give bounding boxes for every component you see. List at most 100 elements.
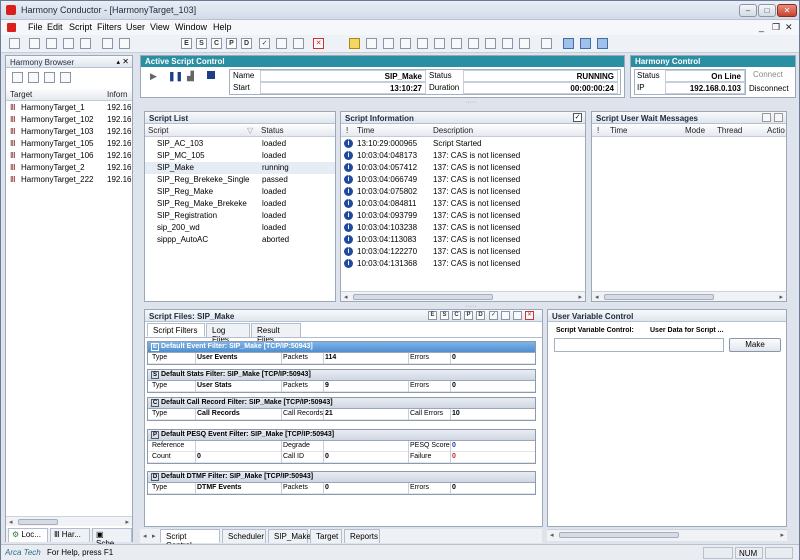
tab-result-files[interactable]: Result Files bbox=[251, 323, 301, 344]
menu-filters[interactable]: Filters bbox=[97, 22, 122, 32]
tool-icon[interactable] bbox=[12, 72, 23, 83]
tab-left-icon[interactable]: ◂ bbox=[143, 532, 147, 540]
tool-icon[interactable] bbox=[541, 38, 552, 49]
filter-icon[interactable]: ▽ bbox=[247, 126, 253, 135]
filter-c-button[interactable]: C bbox=[452, 311, 461, 320]
menu-edit[interactable]: Edit bbox=[47, 22, 63, 32]
save-all-icon[interactable] bbox=[119, 38, 130, 49]
info-hscroll[interactable]: ◂ ▸ bbox=[341, 291, 585, 301]
menu-script[interactable]: Script bbox=[69, 22, 92, 32]
col-flag[interactable]: ! bbox=[346, 126, 348, 135]
script-row[interactable]: SIP_Make running bbox=[145, 162, 335, 174]
scroll-thumb[interactable] bbox=[559, 532, 679, 538]
filter-header[interactable]: S Default Stats Filter: SIP_Make [TCP/IP:… bbox=[148, 370, 535, 381]
open-icon[interactable] bbox=[29, 38, 40, 49]
close-button[interactable]: ✕ bbox=[777, 4, 797, 17]
layout-icon[interactable] bbox=[597, 38, 608, 49]
cut-icon[interactable] bbox=[400, 38, 411, 49]
folder-icon[interactable] bbox=[349, 38, 360, 49]
autoscroll-checkbox[interactable]: ✓ bbox=[573, 113, 582, 122]
menu-window[interactable]: Window bbox=[175, 22, 207, 32]
tab-log-files[interactable]: Log Files bbox=[206, 323, 250, 344]
stop-icon[interactable] bbox=[207, 71, 215, 79]
tool-icon[interactable] bbox=[63, 38, 74, 49]
disconnect-button[interactable]: Disconnect bbox=[749, 84, 789, 93]
info-row[interactable]: i 10:03:04:057412 137: CAS is not licensed bbox=[341, 162, 585, 174]
scroll-left-icon[interactable]: ◂ bbox=[344, 293, 348, 301]
tool-icon[interactable] bbox=[28, 72, 39, 83]
filter-d-button[interactable]: D bbox=[241, 38, 252, 49]
filter-s-button[interactable]: S bbox=[196, 38, 207, 49]
check-icon[interactable]: ✓ bbox=[489, 311, 498, 320]
col-flag[interactable]: ! bbox=[597, 126, 599, 135]
splitter-grip[interactable]: ····· bbox=[465, 99, 477, 106]
filter-p-button[interactable]: P bbox=[226, 38, 237, 49]
mdi-minimize-icon[interactable]: _ bbox=[759, 22, 764, 32]
info-row[interactable]: i 10:03:04:113083 137: CAS is not licensed bbox=[341, 234, 585, 246]
step-icon[interactable]: ▟ bbox=[187, 71, 194, 82]
script-row[interactable]: SIP_Reg_Make_Brekeke loaded bbox=[145, 198, 335, 210]
browser-hscroll[interactable]: ◂ ▸ bbox=[6, 516, 132, 526]
pin-icon[interactable]: ▴ bbox=[116, 58, 120, 66]
browser-row[interactable]: Ⅲ HarmonyTarget_102 192.16 bbox=[6, 114, 132, 126]
col-status[interactable]: Status bbox=[261, 126, 284, 135]
filter-header[interactable]: P Default PESQ Event Filter: SIP_Make [TC… bbox=[148, 430, 535, 441]
script-row[interactable]: SIP_AC_103 loaded bbox=[145, 138, 335, 150]
info-row[interactable]: i 10:03:04:066749 137: CAS is not licensed bbox=[341, 174, 585, 186]
tab-scheduler[interactable]: Scheduler bbox=[222, 529, 266, 543]
scroll-thumb[interactable] bbox=[18, 519, 58, 525]
browser-row[interactable]: Ⅲ HarmonyTarget_222 192.16 bbox=[6, 174, 132, 186]
play-icon[interactable]: ▶ bbox=[150, 71, 157, 82]
script-row[interactable]: SIP_MC_105 loaded bbox=[145, 150, 335, 162]
col-time[interactable]: Time bbox=[610, 126, 627, 135]
user-data-input[interactable] bbox=[554, 338, 724, 352]
layout-icon[interactable] bbox=[563, 38, 574, 49]
tool-icon[interactable] bbox=[276, 38, 287, 49]
pause-icon[interactable]: ❚❚ bbox=[168, 71, 183, 82]
browser-row[interactable]: Ⅲ HarmonyTarget_1 192.16 bbox=[6, 102, 132, 114]
filter-d-button[interactable]: D bbox=[476, 311, 485, 320]
scroll-thumb[interactable] bbox=[353, 294, 493, 300]
info-row[interactable]: i 10:03:04:093799 137: CAS is not licensed bbox=[341, 210, 585, 222]
tab-right-icon[interactable]: ▸ bbox=[152, 532, 156, 540]
tab-script-filters[interactable]: Script Filters bbox=[147, 323, 205, 337]
scroll-right-icon[interactable]: ▸ bbox=[578, 293, 582, 301]
tool-icon[interactable] bbox=[468, 38, 479, 49]
check-icon[interactable]: ✓ bbox=[259, 38, 270, 49]
tab-target[interactable]: Target bbox=[310, 529, 342, 543]
info-row[interactable]: i 10:03:04:075802 137: CAS is not licensed bbox=[341, 186, 585, 198]
clear-icon[interactable] bbox=[774, 113, 783, 122]
save-icon[interactable] bbox=[102, 38, 113, 49]
make-button[interactable]: Make bbox=[729, 338, 781, 352]
tool-icon[interactable] bbox=[513, 311, 522, 320]
maximize-button[interactable]: □ bbox=[758, 4, 776, 17]
scroll-left-icon[interactable]: ◂ bbox=[595, 293, 599, 301]
script-row[interactable]: sippp_AutoAC aborted bbox=[145, 234, 335, 246]
scroll-left-icon[interactable]: ◂ bbox=[550, 531, 554, 539]
scroll-right-icon[interactable]: ▸ bbox=[125, 518, 129, 526]
browser-row[interactable]: Ⅲ HarmonyTarget_105 192.16 bbox=[6, 138, 132, 150]
filter-header[interactable]: D Default DTMF Filter: SIP_Make [TCP/IP:5… bbox=[148, 472, 535, 483]
col-mode[interactable]: Mode bbox=[685, 126, 705, 135]
tab-script-control[interactable]: Script Control bbox=[160, 529, 220, 550]
filter-p-button[interactable]: P bbox=[464, 311, 473, 320]
col-time[interactable]: Time bbox=[357, 126, 374, 135]
copy-icon[interactable] bbox=[762, 113, 771, 122]
tool-icon[interactable] bbox=[46, 38, 57, 49]
info-row[interactable]: i 10:03:04:122270 137: CAS is not licensed bbox=[341, 246, 585, 258]
tab-local[interactable]: ⚙ Loc... bbox=[8, 528, 48, 542]
menu-user[interactable]: User bbox=[126, 22, 145, 32]
scroll-left-icon[interactable]: ◂ bbox=[9, 518, 13, 526]
menu-file[interactable]: File bbox=[28, 22, 43, 32]
tab-harmony[interactable]: Ⅲ Har... bbox=[50, 528, 90, 542]
delete-icon[interactable]: ✕ bbox=[313, 38, 324, 49]
col-info[interactable]: Inforn bbox=[107, 90, 127, 99]
close-icon[interactable]: ✕ bbox=[122, 57, 129, 66]
browser-row[interactable]: Ⅲ HarmonyTarget_2 192.16 bbox=[6, 162, 132, 174]
splitter[interactable] bbox=[543, 309, 546, 527]
filter-s-button[interactable]: S bbox=[440, 311, 449, 320]
col-thread[interactable]: Thread bbox=[717, 126, 742, 135]
tool-icon[interactable] bbox=[502, 38, 513, 49]
browser-row[interactable]: Ⅲ HarmonyTarget_106 192.16 bbox=[6, 150, 132, 162]
tool-icon[interactable] bbox=[417, 38, 428, 49]
